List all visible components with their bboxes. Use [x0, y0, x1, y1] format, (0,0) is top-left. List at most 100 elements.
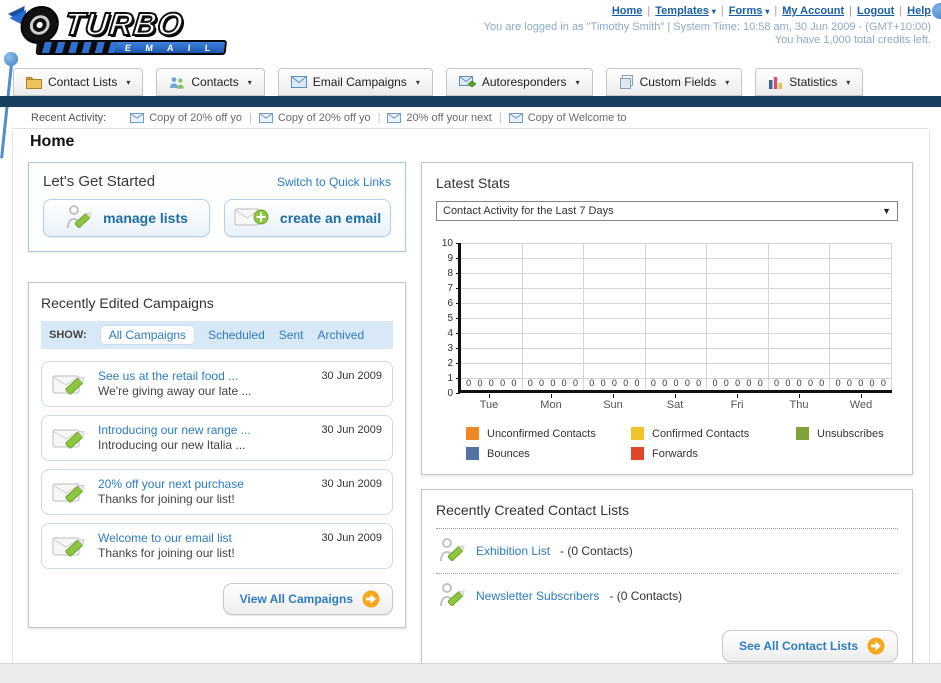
filter-sent[interactable]: Sent: [279, 328, 304, 342]
small-envelope-icon: [130, 112, 145, 123]
activity-item-label: Copy of Welcome to: [527, 111, 627, 124]
campaign-texts: Introducing our new range ... Introducing…: [98, 423, 311, 453]
campaign-row[interactable]: 20% off your next purchase Thanks for joi…: [41, 469, 393, 515]
campaign-title-link[interactable]: See us at the retail food ...: [98, 369, 311, 384]
recent-activity-item[interactable]: 20% off your next: [387, 112, 492, 124]
switch-quick-links[interactable]: Switch to Quick Links: [277, 175, 391, 189]
chart-value-labels: 00000: [463, 378, 520, 388]
contact-list-link[interactable]: Exhibition List: [476, 544, 550, 558]
chart-value-label: 0: [684, 378, 690, 388]
chart-value-label: 0: [511, 378, 517, 388]
chart-day-column: 00000: [523, 243, 585, 390]
contact-list-link[interactable]: Newsletter Subscribers: [476, 589, 599, 603]
left-column: Let's Get Started Switch to Quick Links …: [28, 162, 406, 628]
chevron-down-icon: ▾: [711, 7, 716, 16]
x-axis-label: Fri: [706, 394, 768, 411]
tab-email-campaigns[interactable]: Email Campaigns ▾: [277, 68, 433, 96]
legend-label: Forwards: [652, 447, 698, 460]
legend-item-confirmed-contacts: Confirmed Contacts: [631, 427, 796, 440]
activity-separator: |: [498, 111, 502, 124]
x-axis-day: Thu: [789, 399, 809, 411]
nav-separator: |: [849, 5, 853, 17]
y-tick-mark: [456, 272, 460, 274]
top-nav-logout[interactable]: Logout: [857, 5, 894, 17]
stats-period-value: Contact Activity for the Last 7 Days: [443, 205, 614, 217]
recently-created-contact-lists-panel: Recently Created Contact Lists Exhibitio…: [421, 489, 913, 675]
filter-archived[interactable]: Archived: [317, 328, 364, 342]
chevron-down-icon: ▾: [725, 77, 730, 87]
campaign-row[interactable]: See us at the retail food ... We're givin…: [41, 361, 393, 407]
contact-list-row[interactable]: Newsletter Subscribers - (0 Contacts): [436, 576, 898, 616]
right-column: Latest Stats Contact Activity for the La…: [421, 162, 913, 675]
top-nav-forms[interactable]: Forms ▾: [729, 5, 770, 17]
view-all-campaigns-button[interactable]: View All Campaigns: [222, 583, 393, 615]
campaign-row[interactable]: Welcome to our email list Thanks for join…: [41, 523, 393, 569]
tab-contact-lists[interactable]: Contact Lists ▾: [13, 68, 144, 96]
chart-value-label: 0: [880, 378, 886, 388]
chart-value-label: 0: [869, 378, 875, 388]
manage-lists-button[interactable]: manage lists: [43, 199, 210, 237]
chevron-down-icon: ▾: [765, 7, 770, 16]
contact-list-detail: - (0 Contacts): [609, 589, 683, 603]
chart-value-label: 0: [673, 378, 679, 388]
recent-activity-item[interactable]: Copy of 20% off yo: [258, 112, 371, 124]
top-nav-templates[interactable]: Templates ▾: [655, 5, 716, 17]
top-nav-home[interactable]: Home: [612, 5, 643, 17]
envelope-pencil-icon: [52, 369, 88, 397]
get-started-button-label: create an email: [279, 210, 382, 226]
x-axis-label: Tue: [458, 394, 520, 411]
y-axis-label: 6: [439, 297, 461, 309]
recent-activity-item[interactable]: Copy of Welcome to: [508, 111, 627, 124]
legend-swatch: [631, 427, 644, 440]
chart-day-column: 00000: [646, 243, 708, 390]
y-axis-value: 0: [447, 387, 453, 399]
legend-item-unconfirmed-contacts: Unconfirmed Contacts: [466, 427, 631, 440]
y-axis-label: 5: [439, 313, 461, 324]
chart-value-label: 0: [835, 378, 841, 388]
chart-value-label: 0: [774, 378, 780, 388]
chart-value-label: 0: [757, 378, 763, 388]
chevron-down-icon: ▾: [575, 77, 580, 87]
tab-autoresponders[interactable]: Autoresponders ▾: [445, 68, 593, 96]
recent-activity-item[interactable]: Copy of 20% off yo: [130, 112, 242, 124]
contact-list-row[interactable]: Exhibition List - (0 Contacts): [436, 531, 898, 571]
top-nav-my-account[interactable]: My Account: [782, 5, 844, 17]
top-nav-help[interactable]: Help: [907, 5, 931, 17]
campaign-title-link[interactable]: Welcome to our email list: [98, 531, 311, 546]
filter-all-campaigns[interactable]: All Campaigns: [100, 326, 195, 344]
y-axis-label: 4: [439, 328, 461, 339]
chart-value-label: 0: [846, 378, 852, 388]
chart-value-label: 0: [572, 378, 578, 388]
y-axis-value: 8: [447, 267, 453, 279]
person-pencil-icon: [438, 582, 466, 610]
legend-item-forwards: Forwards: [631, 447, 796, 460]
footer-band: [0, 663, 941, 683]
campaign-title-link[interactable]: 20% off your next purchase: [98, 477, 311, 492]
chart-value-label: 0: [650, 378, 656, 388]
filter-scheduled[interactable]: Scheduled: [208, 328, 265, 342]
main-tab-bar: Contact Lists ▾ Contacts ▾ Email Campaigns ▾ A…: [13, 68, 928, 96]
chart-value-labels: 00000: [832, 378, 889, 388]
dotted-separator: [436, 573, 898, 574]
chart-value-labels: 00000: [771, 378, 828, 388]
tab-contacts[interactable]: Contacts ▾: [156, 68, 265, 96]
tab-custom-fields[interactable]: Custom Fields ▾: [605, 68, 743, 96]
chart-value-label: 0: [696, 378, 702, 388]
person-pencil-icon: [65, 204, 93, 232]
chart-value-label: 0: [550, 378, 556, 388]
see-all-contact-lists-button[interactable]: See All Contact Lists: [722, 630, 898, 662]
tab-statistics[interactable]: Statistics ▾: [755, 68, 864, 96]
campaign-row[interactable]: Introducing our new range ... Introducing…: [41, 415, 393, 461]
y-axis-value: 6: [447, 297, 453, 309]
navy-divider-bar: [0, 96, 941, 107]
get-started-header: Let's Get Started Switch to Quick Links: [43, 173, 391, 190]
campaign-subtitle: We're giving away our late ...: [98, 384, 252, 398]
create-an-email-button[interactable]: create an email: [224, 199, 391, 237]
chart-value-label: 0: [527, 378, 533, 388]
campaign-subtitle: Thanks for joining our list!: [98, 546, 235, 560]
campaign-title-link[interactable]: Introducing our new range ...: [98, 423, 311, 438]
stats-period-select[interactable]: Contact Activity for the Last 7 Days ▼: [436, 201, 898, 221]
campaigns-panel-title: Recently Edited Campaigns: [41, 295, 214, 311]
stats-panel-title: Latest Stats: [436, 175, 510, 191]
chart-value-label: 0: [819, 378, 825, 388]
